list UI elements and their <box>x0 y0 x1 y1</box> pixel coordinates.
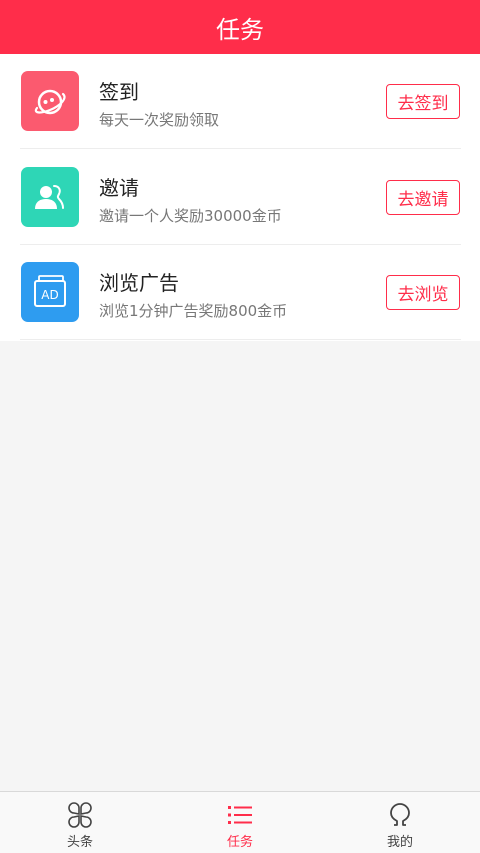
ad-icon-text: AD <box>41 288 58 302</box>
list-icon <box>228 806 252 824</box>
task-title: 邀请 <box>99 176 139 200</box>
tab-label: 任务 <box>226 835 253 850</box>
signin-button[interactable]: 去签到 <box>386 84 460 119</box>
invite-users-icon <box>21 167 79 227</box>
task-title: 浏览广告 <box>99 271 179 295</box>
task-item-signin: 签到 每天一次奖励领取 去签到 <box>20 54 461 149</box>
task-item-invite: 邀请 邀请一个人奖励30000金币 去邀请 <box>20 150 461 245</box>
bottom-tab-bar: 头条 任务 我的 <box>0 791 480 853</box>
task-description: 浏览1分钟广告奖励800金币 <box>99 302 288 320</box>
tab-tasks[interactable]: 任务 <box>160 792 320 853</box>
tab-label: 头条 <box>66 835 93 850</box>
task-title: 签到 <box>99 80 139 104</box>
task-description: 邀请一个人奖励30000金币 <box>99 207 282 225</box>
planet-icon <box>21 71 79 131</box>
tab-headlines[interactable]: 头条 <box>0 792 160 853</box>
page-title: 任务 <box>216 15 264 44</box>
tab-profile[interactable]: 我的 <box>320 792 480 853</box>
app-header: 任务 <box>0 0 480 54</box>
profile-icon <box>390 803 410 826</box>
browse-ad-button[interactable]: 去浏览 <box>386 275 460 310</box>
clover-icon <box>68 802 92 828</box>
task-item-browse-ad: AD 浏览广告 浏览1分钟广告奖励800金币 去浏览 <box>20 245 461 340</box>
task-list: 签到 每天一次奖励领取 去签到 邀请 邀请一个人奖励30000金币 去邀请 AD… <box>0 54 480 341</box>
invite-button[interactable]: 去邀请 <box>386 180 460 215</box>
task-description: 每天一次奖励领取 <box>99 111 220 129</box>
tab-label: 我的 <box>386 835 413 850</box>
ad-icon: AD <box>21 262 79 322</box>
